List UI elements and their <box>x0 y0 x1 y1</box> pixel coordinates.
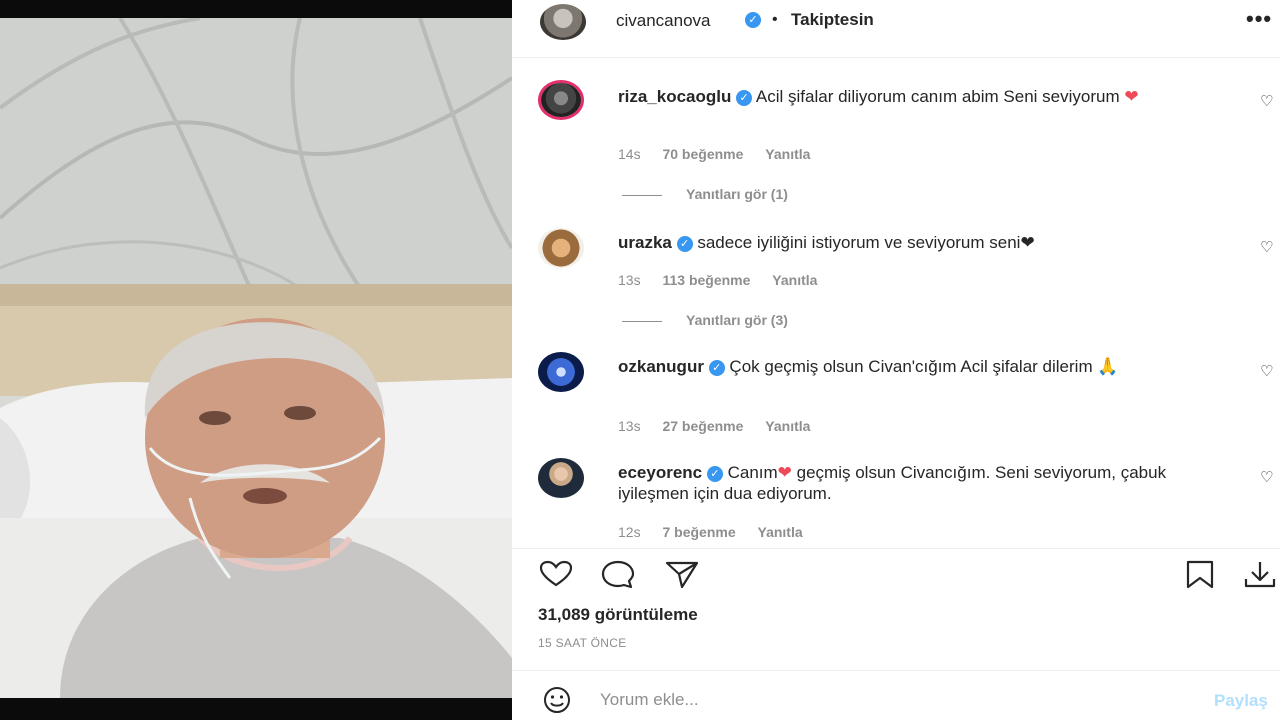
video-frame[interactable] <box>0 18 512 698</box>
commenter-avatar[interactable] <box>538 352 584 392</box>
like-heart-icon[interactable] <box>538 559 574 589</box>
author-username[interactable]: civancanova <box>616 11 711 31</box>
verified-badge-icon: ✓ <box>676 235 693 252</box>
comment-body: riza_kocaoglu ✓ Acil şifalar diliyorum c… <box>618 86 1178 107</box>
comment-meta: 13s 27 beğenme Yanıtla <box>618 418 828 434</box>
like-comment-icon[interactable]: ♡ <box>1260 238 1273 256</box>
verified-badge-icon: ✓ <box>708 359 725 376</box>
like-comment-icon[interactable]: ♡ <box>1260 362 1273 380</box>
comment-time: 12s <box>618 524 641 540</box>
commenter-avatar[interactable] <box>538 458 584 498</box>
comment-bubble-icon[interactable] <box>600 559 636 589</box>
comment-username[interactable]: eceyorenc <box>618 463 702 482</box>
view-replies-button[interactable]: Yanıtları gör (3) <box>622 312 788 328</box>
black-heart-emoji: ❤ <box>1020 233 1035 252</box>
download-icon[interactable] <box>1242 559 1278 589</box>
comment-text-before: Canım <box>727 463 778 482</box>
view-replies-label: Yanıtları gör (3) <box>686 312 788 328</box>
replies-divider <box>622 320 662 322</box>
video-still-image <box>0 18 512 698</box>
comment-likes[interactable]: 27 beğenme <box>662 418 743 434</box>
share-paper-plane-icon[interactable] <box>664 559 700 589</box>
comment-username[interactable]: ozkanugur <box>618 357 704 376</box>
post-side-panel: civancanova ✓ • Takiptesin ••• riza_koca… <box>512 0 1280 720</box>
view-count[interactable]: 31,089 görüntüleme <box>538 605 698 625</box>
comment-meta: 13s 113 beğenme Yanıtla <box>618 272 835 288</box>
post-comment-button[interactable]: Paylaş <box>1214 691 1268 711</box>
comment-composer: Paylaş <box>512 670 1280 720</box>
comment-time: 14s <box>618 146 641 162</box>
comment-time: 13s <box>618 272 641 288</box>
comment-likes[interactable]: 70 beğenme <box>662 146 743 162</box>
comment-text: sadece iyiliğini istiyorum ve seviyorum … <box>697 233 1021 252</box>
comment-meta: 14s 70 beğenme Yanıtla <box>618 146 828 162</box>
commenter-avatar[interactable] <box>538 80 584 120</box>
red-heart-emoji: ❤ <box>1124 87 1139 106</box>
post-action-bar <box>512 548 1280 598</box>
comment-likes[interactable]: 113 beğenme <box>662 272 750 288</box>
comment-body: ozkanugur ✓ Çok geçmiş olsun Civan'cığım… <box>618 356 1178 377</box>
verified-badge-icon: ✓ <box>736 89 753 106</box>
red-heart-emoji: ❤ <box>777 463 792 482</box>
view-replies-label: Yanıtları gör (1) <box>686 186 788 202</box>
comment-likes[interactable]: 7 beğenme <box>662 524 735 540</box>
save-bookmark-icon[interactable] <box>1182 559 1218 589</box>
commenter-avatar[interactable] <box>538 228 584 268</box>
post-media[interactable] <box>0 0 512 720</box>
comment-body: urazka ✓ sadece iyiliğini istiyorum ve s… <box>618 232 1178 253</box>
post-header: civancanova ✓ • Takiptesin ••• <box>512 0 1280 58</box>
follow-status-button[interactable]: Takiptesin <box>791 10 874 30</box>
post-timestamp: 15 SAAT ÖNCE <box>538 636 627 650</box>
comment-text: Acil şifalar diliyorum canım abim Seni s… <box>755 87 1120 106</box>
comment-input[interactable] <box>600 687 1120 713</box>
view-replies-button[interactable]: Yanıtları gör (1) <box>622 186 788 202</box>
header-separator: • <box>772 11 778 28</box>
media-bottom-bar <box>0 698 512 720</box>
like-comment-icon[interactable]: ♡ <box>1260 468 1273 486</box>
comment-username[interactable]: riza_kocaoglu <box>618 87 731 106</box>
media-top-bar <box>0 0 512 18</box>
comment-body: eceyorenc ✓ Canım❤ geçmiş olsun Civancığ… <box>618 462 1178 504</box>
comment-meta: 12s 7 beğenme Yanıtla <box>618 524 821 540</box>
replies-divider <box>622 194 662 196</box>
comment-text: Çok geçmiş olsun Civan'cığım Acil şifala… <box>729 357 1093 376</box>
author-avatar[interactable] <box>540 4 586 40</box>
praying-hands-emoji: 🙏 <box>1097 357 1119 376</box>
comment-username[interactable]: urazka <box>618 233 672 252</box>
emoji-smiley-icon[interactable] <box>540 685 574 715</box>
reply-button[interactable]: Yanıtla <box>765 146 810 162</box>
verified-badge-icon: ✓ <box>706 465 723 482</box>
reply-button[interactable]: Yanıtla <box>772 272 817 288</box>
comment-time: 13s <box>618 418 641 434</box>
reply-button[interactable]: Yanıtla <box>758 524 803 540</box>
reply-button[interactable]: Yanıtla <box>765 418 810 434</box>
more-options-icon[interactable]: ••• <box>1246 6 1272 32</box>
verified-badge-icon: ✓ <box>745 12 761 28</box>
like-comment-icon[interactable]: ♡ <box>1260 92 1273 110</box>
